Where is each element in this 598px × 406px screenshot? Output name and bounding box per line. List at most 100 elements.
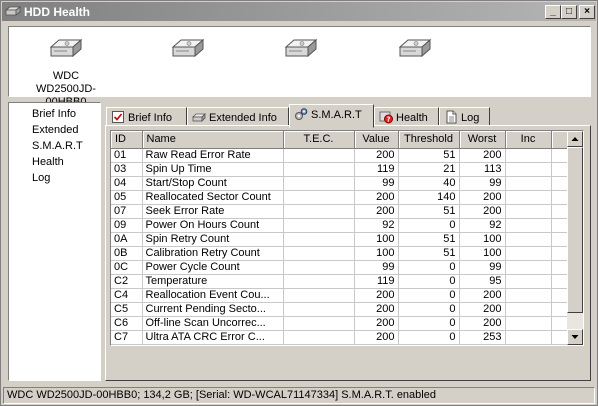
tab-label: Extended Info	[209, 112, 277, 124]
table-row[interactable]: C6 Off-line Scan Uncorrec... 200 0 200	[111, 316, 570, 331]
maximize-button[interactable]: □	[561, 5, 577, 19]
nav-item-extended[interactable]: Extended	[30, 123, 80, 137]
table-cell	[505, 162, 552, 177]
table-row[interactable]: 0A Spin Retry Count 100 51 100	[111, 232, 570, 247]
tab-extended-info[interactable]: Extended Info	[187, 107, 289, 127]
table-cell	[283, 162, 355, 177]
table-cell: Ultra ATA CRC Error C...	[142, 330, 284, 345]
table-row[interactable]: C4 Reallocation Event Cou... 200 0 200	[111, 288, 570, 303]
table-cell: 99	[354, 176, 399, 191]
table-cell: 200	[459, 190, 506, 205]
table-cell: 200	[354, 316, 399, 331]
column-header-threshold[interactable]: Threshold	[398, 131, 460, 149]
table-cell: 0C	[111, 260, 143, 275]
close-button[interactable]: ×	[579, 5, 595, 19]
smart-table[interactable]: ID Name T.E.C. Value Threshold Worst Inc…	[110, 130, 584, 346]
table-cell: Power On Hours Count	[142, 218, 284, 233]
table-cell	[505, 302, 552, 317]
svg-text:?: ?	[386, 116, 390, 124]
drive-item[interactable]: WDC WD2500JD-00HBB0	[16, 37, 116, 109]
tab-health[interactable]: ? Health	[374, 107, 439, 127]
nav-item-log[interactable]: Log	[30, 171, 52, 185]
table-cell: 07	[111, 204, 143, 219]
table-cell: 04	[111, 176, 143, 191]
table-cell: C4	[111, 288, 143, 303]
tab-label: Health	[396, 112, 428, 124]
table-cell: Reallocated Sector Count	[142, 190, 284, 205]
scroll-thumb[interactable]	[567, 147, 583, 313]
table-cell	[283, 302, 355, 317]
table-cell: 09	[111, 218, 143, 233]
table-cell: 51	[398, 246, 460, 261]
nav-item-health[interactable]: Health	[30, 155, 66, 169]
column-header-inc[interactable]: Inc	[505, 131, 552, 149]
table-cell	[505, 274, 552, 289]
column-header-id[interactable]: ID	[111, 131, 143, 149]
scroll-down-button[interactable]	[567, 329, 583, 345]
table-cell: 253	[459, 330, 506, 345]
table-cell: C2	[111, 274, 143, 289]
drive-item[interactable]	[251, 37, 351, 59]
table-cell	[505, 260, 552, 275]
column-header-worst[interactable]: Worst	[459, 131, 506, 149]
table-cell: 200	[459, 316, 506, 331]
table-cell: 0	[398, 218, 460, 233]
table-cell: Spin Up Time	[142, 162, 284, 177]
table-cell: 51	[398, 204, 460, 219]
drive-item[interactable]	[138, 37, 238, 59]
table-cell: C7	[111, 330, 143, 345]
table-cell: 05	[111, 190, 143, 205]
drive-item[interactable]	[365, 37, 465, 59]
table-cell	[283, 316, 355, 331]
table-cell	[283, 260, 355, 275]
table-row[interactable]: 05 Reallocated Sector Count 200 140 200	[111, 190, 570, 205]
table-cell: 0B	[111, 246, 143, 261]
table-cell: 40	[398, 176, 460, 191]
nav-item-brief-info[interactable]: Brief Info	[30, 107, 78, 121]
table-cell: 0	[398, 288, 460, 303]
table-cell: 100	[459, 246, 506, 261]
table-cell: 100	[354, 246, 399, 261]
scroll-up-button[interactable]	[567, 131, 583, 147]
app-window: HDD Health _ □ × WDC WD2500JD-00HBB0	[0, 0, 598, 406]
column-header-name[interactable]: Name	[142, 131, 284, 149]
tab-log[interactable]: Log	[439, 107, 490, 127]
table-row[interactable]: C7 Ultra ATA CRC Error C... 200 0 253	[111, 330, 570, 345]
table-cell: Seek Error Rate	[142, 204, 284, 219]
tab-brief-info[interactable]: Brief Info	[106, 107, 187, 127]
minimize-button[interactable]: _	[545, 5, 561, 19]
table-row[interactable]: 09 Power On Hours Count 92 0 92	[111, 218, 570, 233]
table-cell: 0	[398, 330, 460, 345]
table-cell: Spin Retry Count	[142, 232, 284, 247]
nav-item-smart[interactable]: S.M.A.R.T	[30, 139, 85, 153]
table-cell: C6	[111, 316, 143, 331]
vertical-scrollbar[interactable]	[567, 131, 583, 345]
table-row[interactable]: 01 Raw Read Error Rate 200 51 200	[111, 148, 570, 163]
table-row[interactable]: 0B Calibration Retry Count 100 51 100	[111, 246, 570, 261]
table-cell: 0	[398, 260, 460, 275]
table-cell: 0	[398, 316, 460, 331]
table-cell: 200	[354, 190, 399, 205]
column-header-value[interactable]: Value	[354, 131, 399, 149]
tab-smart[interactable]: S.M.A.R.T	[289, 104, 374, 128]
table-row[interactable]: C5 Current Pending Secto... 200 0 200	[111, 302, 570, 317]
table-cell	[283, 190, 355, 205]
table-row[interactable]: 0C Power Cycle Count 99 0 99	[111, 260, 570, 275]
table-cell: 200	[354, 148, 399, 163]
table-cell: 0A	[111, 232, 143, 247]
table-cell	[505, 148, 552, 163]
hard-drive-icon	[4, 5, 22, 17]
title-bar[interactable]: HDD Health _ □ ×	[2, 2, 596, 21]
table-cell: 119	[354, 274, 399, 289]
table-cell	[283, 288, 355, 303]
table-row[interactable]: 03 Spin Up Time 119 21 113	[111, 162, 570, 177]
table-row[interactable]: 04 Start/Stop Count 99 40 99	[111, 176, 570, 191]
tab-strip: Brief Info Extended Info S.M.A.R.T ? Hea…	[105, 104, 595, 128]
column-header-tec[interactable]: T.E.C.	[283, 131, 355, 149]
table-cell: 99	[354, 260, 399, 275]
table-row[interactable]: 07 Seek Error Rate 200 51 200	[111, 204, 570, 219]
table-cell	[505, 330, 552, 345]
table-header-row: ID Name T.E.C. Value Threshold Worst Inc	[111, 131, 570, 149]
tab-label: Log	[461, 112, 480, 124]
table-row[interactable]: C2 Temperature 119 0 95	[111, 274, 570, 289]
